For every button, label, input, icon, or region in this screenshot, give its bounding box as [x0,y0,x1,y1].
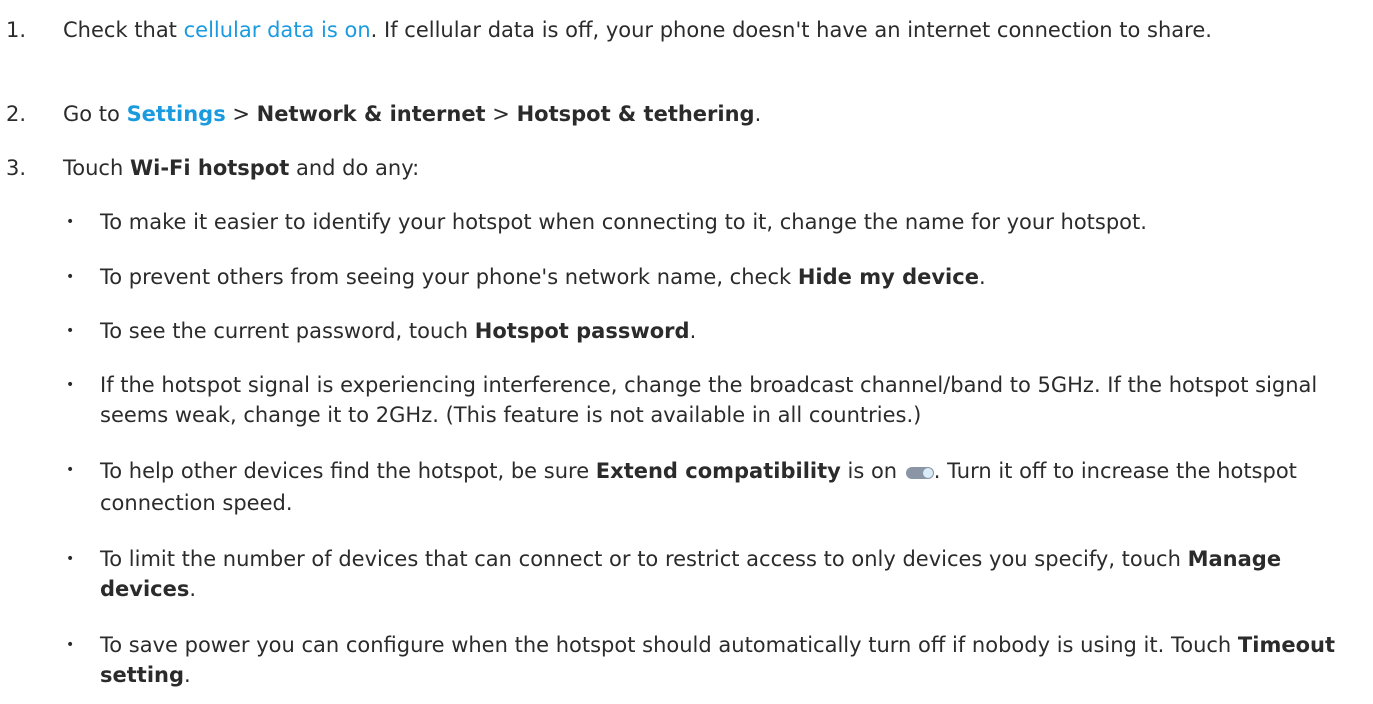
menu-path-hotspot: Hotspot & tethering [516,102,755,126]
step-text-part: and do any: [289,156,420,180]
wifi-hotspot-label: Wi-Fi hotspot [129,156,290,180]
bullet-icon: • [66,377,75,393]
breadcrumb-separator: > [485,102,517,126]
bullet-icon: • [66,462,75,478]
bullet-text-part: . [978,265,986,289]
menu-path-network: Network & internet [256,102,486,126]
step-number: 3. [6,156,27,180]
bullet-text-part: . [689,319,697,343]
step-text: Touch Wi-Fi hotspot and do any: [63,153,1353,183]
instructions-page: 1. Check that cellular data is on. If ce… [0,0,1373,704]
bullet-text: To limit the number of devices that can … [100,544,1360,604]
bullet-text-part: To limit the number of devices that can … [100,547,1188,571]
toggle-switch-icon [905,467,934,479]
step-number: 1. [6,18,27,42]
bullet-text: To prevent others from seeing your phone… [100,262,1360,292]
bullet-text-part: To prevent others from seeing your phone… [100,265,798,289]
step-text-part: Touch [63,156,130,180]
bullet-text: To see the current password, touch Hotsp… [100,316,1360,346]
settings-link[interactable]: Settings [127,102,226,126]
bullet-text-part: . [184,663,191,687]
step-text: Go to Settings > Network & internet > Ho… [63,99,1353,129]
bullet-icon: • [66,637,75,653]
bullet-text-part: is on [840,459,904,483]
step-text-part: Go to [63,102,127,126]
hotspot-password-label: Hotspot password [474,319,690,343]
step-text: Check that cellular data is on. If cellu… [63,15,1353,45]
bullet-text: If the hotspot signal is experiencing in… [100,373,1318,427]
bullet-icon: • [66,214,75,230]
step-text-part: . [754,102,762,126]
step-text-part: . If cellular data is off, your phone do… [370,18,1212,42]
breadcrumb-separator: > [225,102,257,126]
bullet-text-part: To help other devices find the hotspot, … [100,459,596,483]
step-text-part: Check that [63,18,184,42]
extend-compatibility-label: Extend compatibility [595,459,841,483]
step-number: 2. [6,102,27,126]
bullet-icon: • [66,269,75,285]
bullet-text-part: To save power you can configure when the… [100,633,1238,657]
bullet-text: To save power you can configure when the… [100,630,1360,690]
bullet-text-part: . [189,577,197,601]
bullet-text-part: To see the current password, touch [100,319,475,343]
cellular-data-link[interactable]: cellular data is on [184,18,371,42]
bullet-icon: • [66,551,75,567]
bullet-text: To make it easier to identify your hotsp… [100,210,1147,234]
bullet-text: To help other devices find the hotspot, … [100,455,1360,519]
hide-my-device-label: Hide my device [797,265,979,289]
bullet-icon: • [66,323,75,339]
